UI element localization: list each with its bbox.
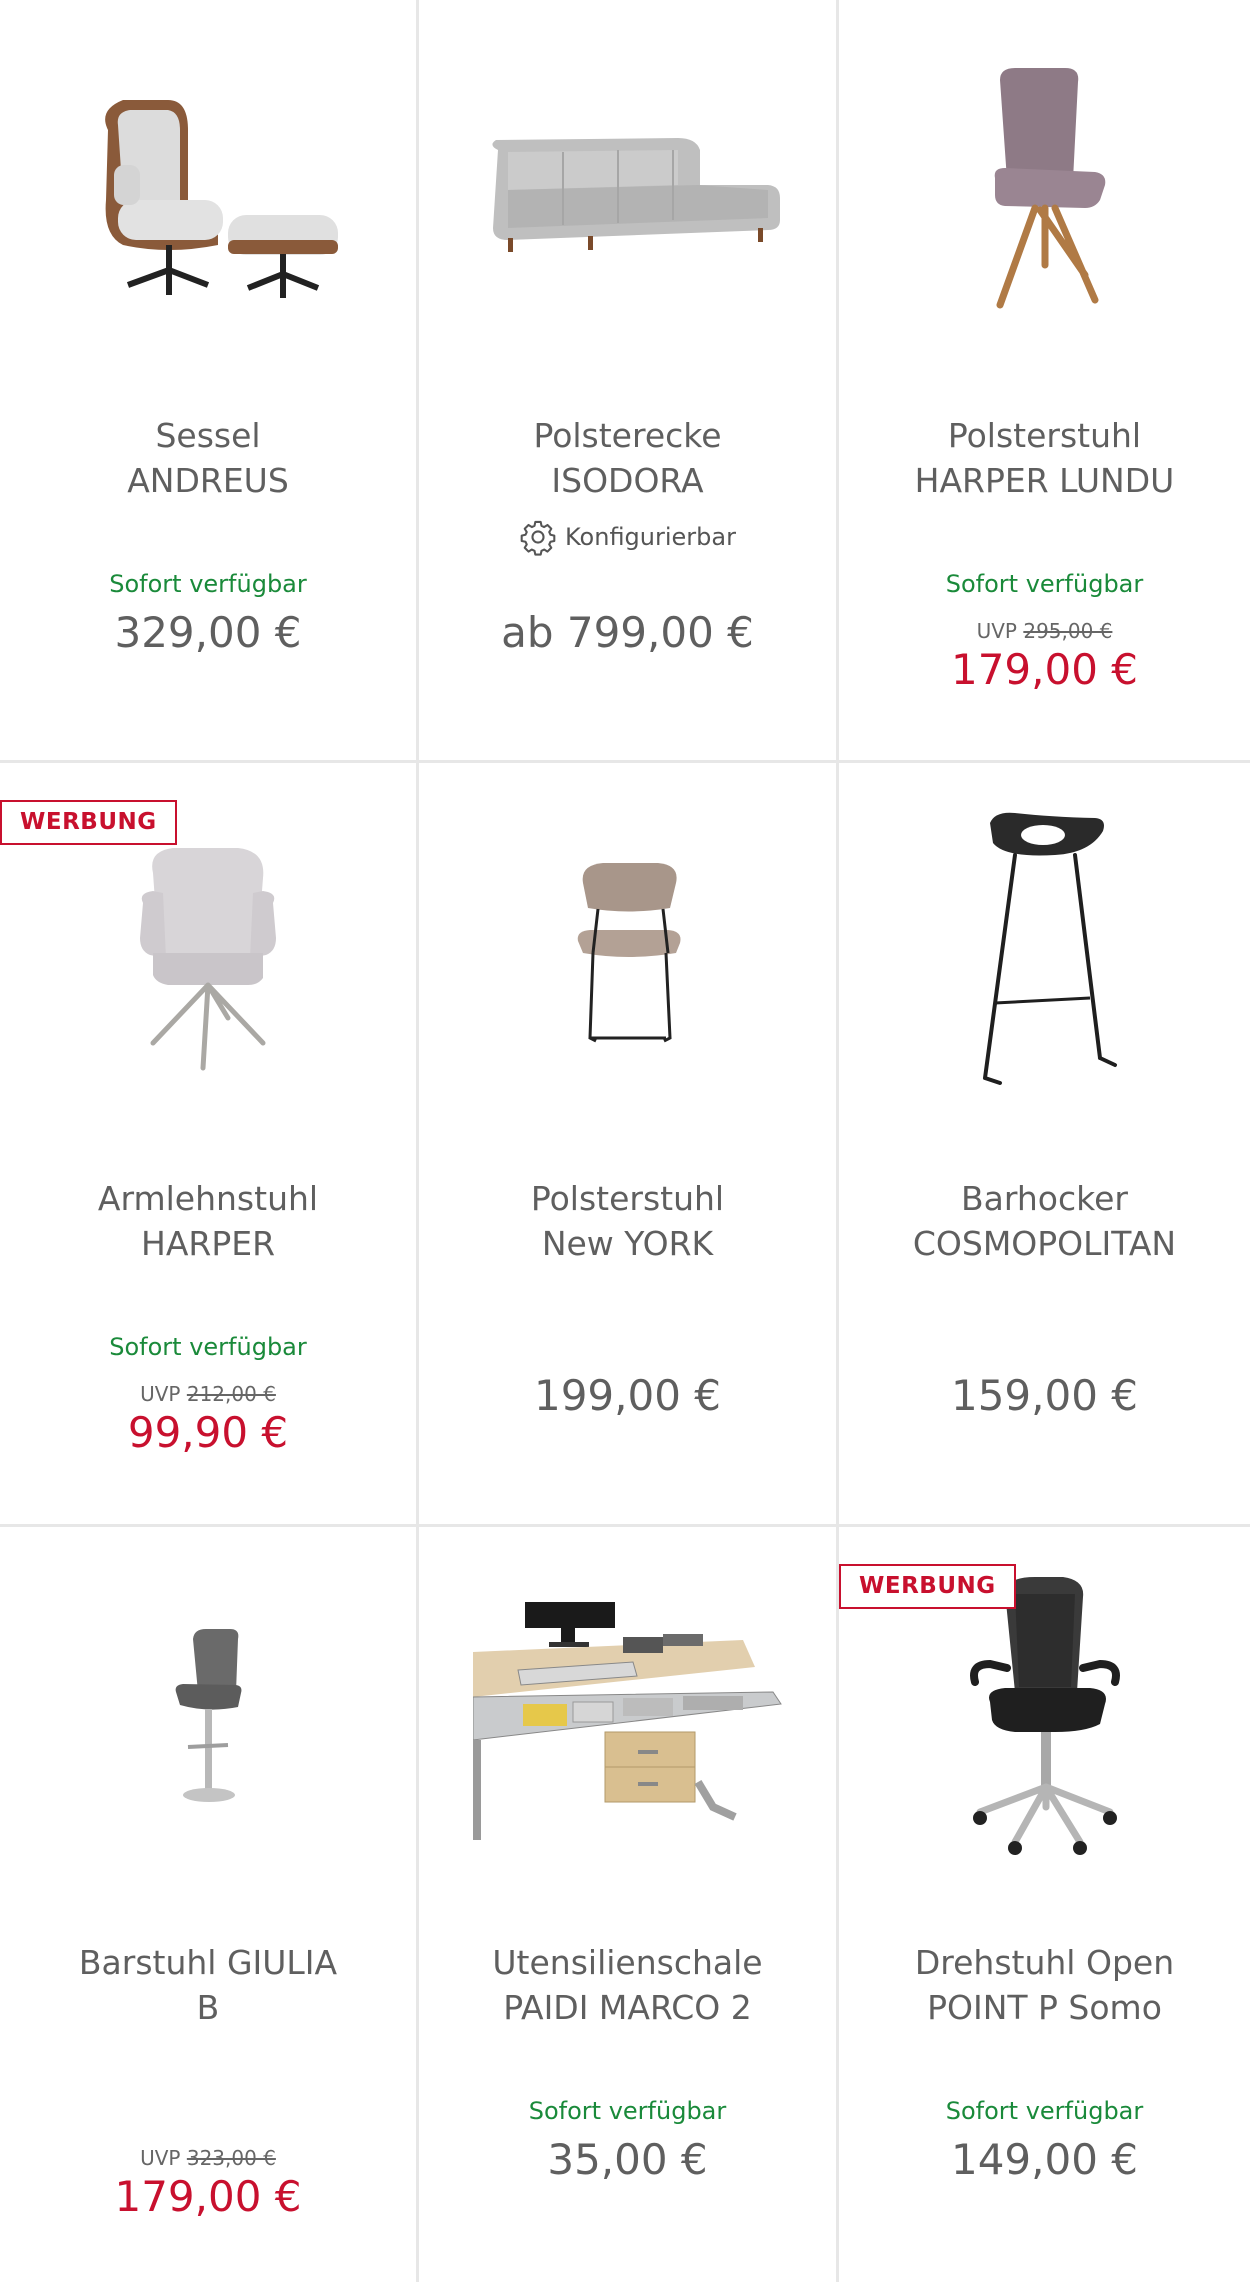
configurable-text: Konfigurierbar [565, 523, 736, 551]
uvp-line: UVP 323,00 € [0, 2146, 416, 2170]
product-card-polsterstuhl-new-york[interactable]: Polsterstuhl New YORK 199,00 € [419, 763, 839, 1527]
product-card-barhocker-cosmopolitan[interactable]: Barhocker COSMOPOLITAN 159,00 € [839, 763, 1250, 1527]
availability-text: Sofort verfügbar [945, 2097, 1144, 2125]
uvp-line: UVP 212,00 € [0, 1382, 416, 1406]
product-card-utensilienschale-paidi-marco-2[interactable]: Utensilienschale PAIDI MARCO 2 Sofort ve… [419, 1527, 839, 2282]
corner-sofa-image [491, 138, 780, 252]
uvp-price: 295,00 € [1023, 619, 1113, 643]
bar-stool-image [982, 812, 1117, 1085]
product-card-armlehnstuhl-harper[interactable]: WERBUNG Armlehnstuhl HARPER Sofort verfü… [0, 763, 419, 1527]
product-card-polsterecke-isodora[interactable]: Polsterecke ISODORA Konfigurierbar ab 79… [419, 0, 839, 763]
price: 159,00 € [950, 1371, 1139, 1420]
gear-icon [520, 520, 556, 556]
product-title[interactable]: Utensilienschale PAIDI MARCO 2 [439, 1940, 816, 2030]
product-title[interactable]: Drehstuhl Open POINT P Somo [859, 1940, 1230, 2030]
product-image[interactable] [419, 20, 836, 360]
product-image[interactable] [419, 1547, 836, 1887]
product-card-polsterstuhl-harper-lundu[interactable]: Polsterstuhl HARPER LUNDU Sofort verfügb… [839, 0, 1250, 763]
product-image[interactable] [839, 20, 1250, 360]
office-chair-image [969, 1577, 1120, 1855]
product-title[interactable]: Polsterstuhl HARPER LUNDU [859, 413, 1230, 503]
product-title[interactable]: Polsterstuhl New YORK [439, 1176, 816, 1266]
price: ab 799,00 € [501, 608, 754, 657]
uvp-label: UVP [140, 1382, 181, 1406]
product-grid: Sessel ANDREUS Sofort verfügbar 329,00 €… [0, 0, 1250, 2282]
product-image[interactable] [419, 783, 836, 1123]
advertising-badge: WERBUNG [839, 1564, 1016, 1609]
product-title[interactable]: Polsterecke ISODORA [439, 413, 816, 503]
uvp-label: UVP [976, 619, 1017, 643]
uvp-price: 212,00 € [186, 1382, 276, 1406]
uvp-price: 323,00 € [186, 2146, 276, 2170]
price: 35,00 € [547, 2135, 708, 2184]
price: 199,00 € [533, 1371, 722, 1420]
uvp-label: UVP [140, 2146, 181, 2170]
sale-price: 99,90 € [127, 1408, 289, 1457]
sale-price: 179,00 € [950, 645, 1139, 694]
dining-chair-image [577, 863, 680, 1043]
desk-utensil-tray-image [472, 1602, 782, 1840]
bar-stool-gray-image [175, 1629, 242, 1802]
product-card-drehstuhl-open-point-p-somo[interactable]: WERBUNG Drehstuhl Open POINT P Somo Sofo… [839, 1527, 1250, 2282]
armchair-image [140, 848, 276, 1071]
advertising-badge: WERBUNG [0, 800, 177, 845]
sale-price: 179,00 € [114, 2172, 302, 2221]
uvp-line: UVP 295,00 € [839, 619, 1250, 643]
configurable-label: Konfigurierbar [419, 518, 836, 556]
product-title[interactable]: Barstuhl GIULIA B [20, 1940, 396, 2030]
product-card-sessel-andreus[interactable]: Sessel ANDREUS Sofort verfügbar 329,00 € [0, 0, 419, 763]
availability-text: Sofort verfügbar [528, 2097, 727, 2125]
price: 329,00 € [114, 608, 302, 657]
product-image[interactable] [0, 20, 416, 360]
product-title[interactable]: Barhocker COSMOPOLITAN [859, 1176, 1230, 1266]
upholstered-chair-image [994, 68, 1105, 309]
price: 149,00 € [950, 2135, 1139, 2184]
availability-text: Sofort verfügbar [945, 570, 1144, 598]
product-card-barstuhl-giulia-b[interactable]: Barstuhl GIULIA B UVP 323,00 € 179,00 € [0, 1527, 419, 2282]
product-image[interactable] [839, 783, 1250, 1123]
lounge-chair-image [105, 100, 338, 298]
product-title[interactable]: Sessel ANDREUS [20, 413, 396, 503]
availability-text: Sofort verfügbar [109, 570, 307, 598]
product-image[interactable] [0, 1547, 416, 1887]
product-title[interactable]: Armlehnstuhl HARPER [20, 1176, 396, 1266]
availability-text: Sofort verfügbar [109, 1333, 307, 1361]
